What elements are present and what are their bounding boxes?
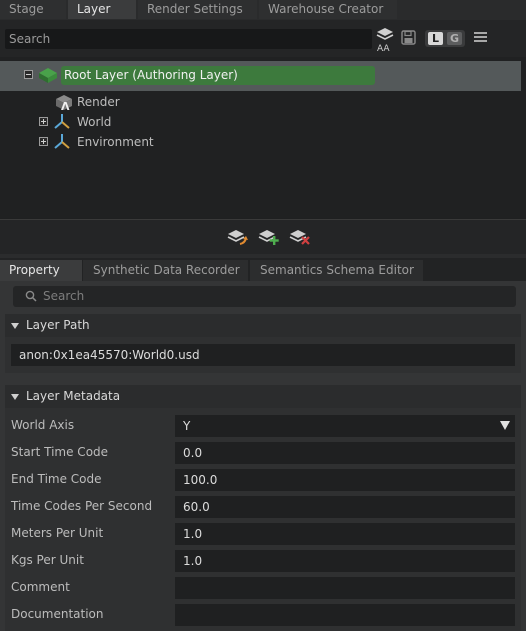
layer-path-field[interactable]: anon:0x1ea45570:World0.usd	[11, 344, 515, 366]
expand-icon[interactable]	[39, 137, 48, 146]
prim-axis-icon	[53, 133, 71, 150]
time-codes-per-second-label: Time Codes Per Second	[11, 499, 153, 513]
tab-semantics-schema-editor[interactable]: Semantics Schema Editor	[250, 260, 423, 281]
aa-label: AA	[377, 44, 390, 54]
local-toggle[interactable]: L	[428, 32, 443, 45]
start-time-code-field[interactable]: 0.0	[175, 442, 515, 464]
dropdown-arrow-icon[interactable]	[500, 421, 510, 430]
render-layer-icon: Λ	[55, 94, 73, 113]
end-time-code-field[interactable]: 100.0	[175, 469, 515, 491]
comment-field[interactable]	[175, 577, 515, 599]
layer-search-input[interactable]: Search	[5, 29, 372, 49]
global-toggle[interactable]: G	[447, 32, 462, 45]
tree-item-environment[interactable]: Environment	[77, 135, 154, 149]
collapse-arrow-icon[interactable]	[11, 323, 19, 329]
layers-stack-icon[interactable]	[376, 27, 394, 43]
tab-stage[interactable]: Stage	[0, 0, 66, 19]
kgs-per-unit-label: Kgs Per Unit	[11, 553, 84, 567]
time-codes-per-second-field[interactable]: 60.0	[175, 496, 515, 518]
hamburger-menu-icon[interactable]	[474, 31, 487, 43]
start-time-code-label: Start Time Code	[11, 445, 109, 459]
tab-warehouse-creator[interactable]: Warehouse Creator	[259, 0, 397, 19]
property-search-input[interactable]: Search	[13, 286, 516, 307]
meters-per-unit-field[interactable]: 1.0	[175, 523, 515, 545]
documentation-field[interactable]	[175, 604, 515, 626]
tree-item-render[interactable]: Render	[77, 95, 120, 109]
tab-layer[interactable]: Layer	[68, 0, 136, 19]
tree-item-world[interactable]: World	[77, 115, 111, 129]
save-icon[interactable]	[401, 30, 416, 45]
root-layer-icon	[37, 66, 59, 85]
add-sublayer-icon[interactable]	[258, 228, 280, 246]
kgs-per-unit-field[interactable]: 1.0	[175, 550, 515, 572]
collapse-arrow-icon[interactable]	[11, 394, 19, 400]
world-axis-dropdown[interactable]: Y	[175, 415, 515, 437]
tab-render-settings[interactable]: Render Settings	[138, 0, 257, 19]
svg-text:Λ: Λ	[61, 100, 70, 111]
root-layer-label[interactable]: Root Layer (Authoring Layer)	[61, 66, 375, 85]
expand-icon[interactable]	[39, 117, 48, 126]
comment-label: Comment	[11, 580, 70, 594]
meters-per-unit-label: Meters Per Unit	[11, 526, 104, 540]
world-axis-label: World Axis	[11, 418, 75, 432]
collapse-icon[interactable]	[24, 70, 33, 79]
layer-window-tabbar: Stage Layer Render Settings Warehouse Cr…	[0, 0, 526, 20]
prim-axis-icon	[53, 113, 71, 130]
insert-sublayer-icon[interactable]	[227, 228, 249, 246]
layer-path-section-header[interactable]: Layer Path	[5, 314, 521, 337]
local-global-toggle[interactable]: L G	[425, 30, 465, 47]
search-icon	[25, 290, 37, 302]
remove-sublayer-icon[interactable]	[289, 228, 311, 246]
tab-property[interactable]: Property	[0, 260, 82, 281]
documentation-label: Documentation	[11, 607, 104, 621]
end-time-code-label: End Time Code	[11, 472, 102, 486]
layer-metadata-section-header[interactable]: Layer Metadata	[5, 385, 521, 408]
tab-synthetic-data-recorder[interactable]: Synthetic Data Recorder	[83, 260, 248, 281]
property-window-tabbar: Property Synthetic Data Recorder Semanti…	[0, 258, 526, 281]
